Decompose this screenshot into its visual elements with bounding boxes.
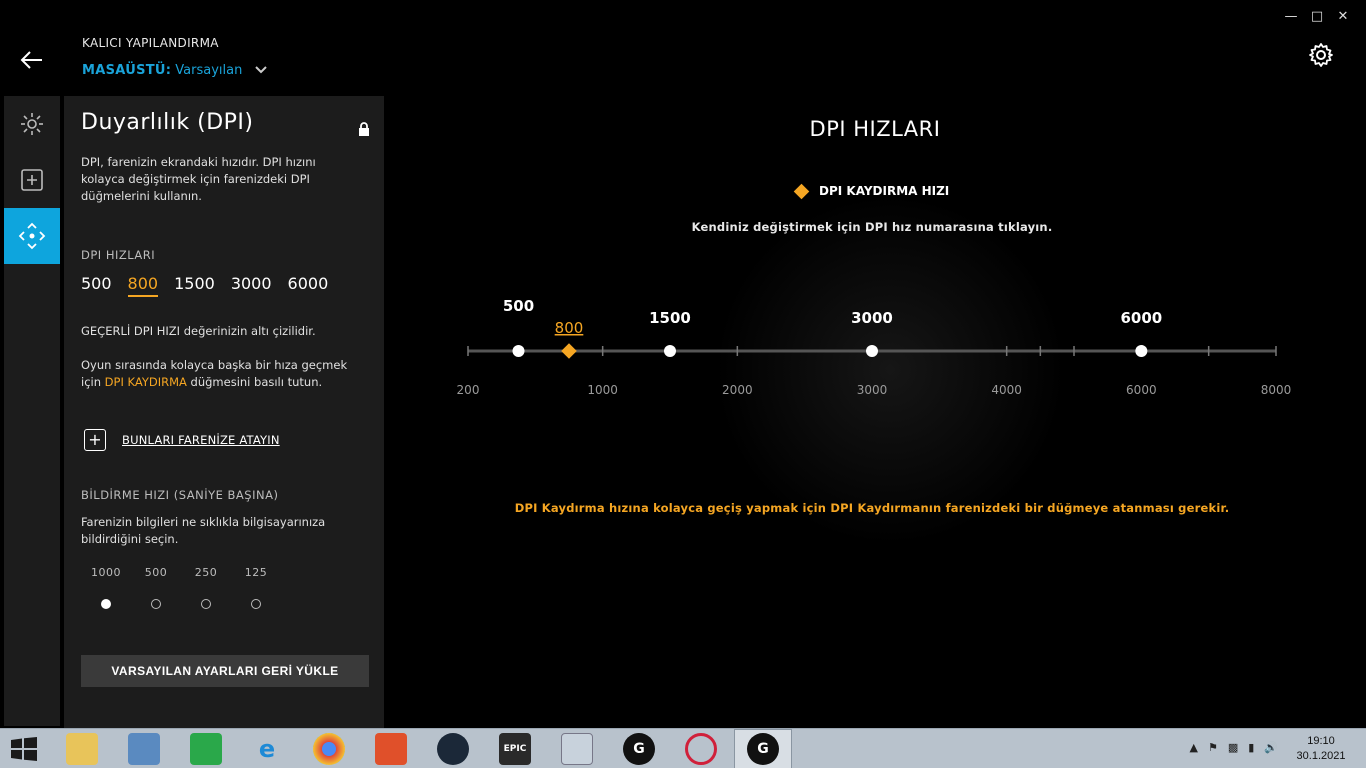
rail-item-lighting[interactable] [4,96,60,152]
clock-time: 19:10 [1307,735,1335,747]
battery-icon[interactable]: ▮ [1248,741,1254,754]
dpi-value[interactable]: 1500 [174,274,215,297]
back-arrow-icon[interactable] [18,46,46,74]
axis-label: 8000 [1261,383,1292,397]
window-controls: — □ ✕ [1278,6,1356,26]
store-icon[interactable] [190,733,222,765]
rail-item-assignments[interactable] [4,152,60,208]
dpi-shift-point[interactable] [561,343,577,359]
rate-label: 500 [144,566,168,579]
opera-icon[interactable] [685,733,717,765]
dpi-slider[interactable]: 200 1000 2000 3000 4000 6000 8000 500 1500 3000 60… [440,285,1320,405]
dpi-stage-label[interactable]: 6000 [1120,309,1162,327]
chrome-icon[interactable] [313,733,345,765]
axis-label: 200 [457,383,480,397]
report-rate-description: Farenizin bilgileri ne sıklıkla bilgisay… [81,515,326,546]
current-dpi-note: GEÇERLİ DPI HIZI değerinizin altı çizili… [81,324,316,338]
epic-games-icon[interactable]: EPIC [499,733,531,765]
dpi-value[interactable]: 6000 [288,274,329,297]
close-icon[interactable]: ✕ [1330,6,1356,26]
dpi-shift-note: Oyun sırasında kolayca başka bir hıza ge… [81,357,366,391]
report-rate-option[interactable]: 1000 [81,566,131,609]
dpi-stage-point[interactable] [664,345,676,357]
config-title: KALICI YAPILANDIRMA [82,36,219,50]
maximize-icon[interactable]: □ [1304,6,1330,26]
axis-label: 2000 [722,383,753,397]
logitech-g-hub-icon[interactable]: G [623,733,655,765]
profile-dropdown[interactable]: MASAÜSTÜ: Varsayılan [82,62,270,78]
rate-label: 1000 [91,566,121,579]
axis-label: 3000 [857,383,888,397]
dpi-shift-warning: DPI Kaydırma hızına kolayca geçiş yapmak… [514,501,1230,515]
dpi-move-icon [18,222,46,250]
rate-label: 250 [194,566,218,579]
logitech-g-hub-active-icon[interactable]: G [747,733,779,765]
dpi-value[interactable]: 3000 [231,274,272,297]
assign-label: BUNLARI FARENİZE ATAYIN [122,433,280,447]
panel-title: Duyarlılık (DPI) [81,110,254,135]
radio[interactable] [201,599,211,609]
minimize-icon[interactable]: — [1278,6,1304,26]
office-icon[interactable] [375,733,407,765]
dpi-shift-legend: DPI KAYDIRMA HIZI [793,183,950,199]
radio[interactable] [151,599,161,609]
legend-label: DPI KAYDIRMA HIZI [819,184,950,198]
lock-icon [359,122,369,136]
shift-note-key: DPI KAYDIRMA [104,375,187,389]
sensitivity-panel: Duyarlılık (DPI) DPI, farenizin ekrandak… [64,96,384,728]
system-tray: ▲ ⚑ ▩ ▮ 🔊 [1189,741,1278,754]
side-rail [4,96,60,726]
windows-start-icon[interactable] [10,737,38,761]
report-rate-option[interactable]: 500 [131,566,181,609]
dpi-value-current[interactable]: 800 [127,274,159,297]
edit-hint: Kendiniz değiştirmek için DPI hız numara… [691,220,1053,234]
profile-name: Varsayılan [175,62,243,78]
volume-icon[interactable]: 🔊 [1264,741,1278,754]
plus-icon: + [84,429,106,451]
profile-prefix: MASAÜSTÜ: [82,62,172,78]
control-panel-icon[interactable] [128,733,160,765]
chevron-down-icon [255,66,268,74]
dpi-stage-label[interactable]: 1500 [649,309,691,327]
internet-explorer-icon[interactable]: e [251,733,283,765]
gear-icon[interactable] [1308,42,1334,68]
taskbar: e EPIC G G ▲ ⚑ ▩ ▮ 🔊 19:10 30.1.2021 [0,728,1366,768]
tray-expand-icon[interactable]: ▲ [1189,741,1197,754]
dpi-stage-label[interactable]: 3000 [851,309,893,327]
report-rate-options: 1000 500 250 125 [81,566,301,616]
dpi-stage-point[interactable] [512,345,525,357]
dpi-shift-label[interactable]: 800 [555,319,584,337]
plus-square-icon [21,169,43,191]
dpi-stage-point[interactable] [1135,345,1148,357]
dpi-stage-point[interactable] [866,345,878,357]
dpi-heading: DPI HIZLARI [81,248,156,262]
axis-label: 4000 [991,383,1022,397]
flag-icon[interactable]: ⚑ [1208,741,1218,754]
report-rate-option[interactable]: 250 [181,566,231,609]
task-manager-icon[interactable] [561,733,593,765]
report-rate-option[interactable]: 125 [231,566,281,609]
rate-label: 125 [244,566,268,579]
radio[interactable] [251,599,261,609]
rail-item-sensitivity[interactable] [4,208,60,264]
diamond-icon [793,183,810,199]
assign-to-mouse-button[interactable]: + BUNLARI FARENİZE ATAYIN [84,429,280,451]
lighting-icon [21,113,43,135]
network-icon[interactable]: ▩ [1228,741,1238,754]
report-rate-heading: BİLDİRME HIZI (SANİYE BAŞINA) [81,488,279,502]
dpi-stage-label[interactable]: 500 [503,297,534,315]
dpi-value[interactable]: 500 [81,274,112,297]
dpi-value-list: 500 800 1500 3000 6000 [81,274,328,297]
steam-icon[interactable] [437,733,469,765]
file-explorer-icon[interactable] [66,733,98,765]
clock-date: 30.1.2021 [1296,750,1346,762]
clock[interactable]: 19:10 30.1.2021 [1290,734,1352,764]
restore-defaults-button[interactable]: VARSAYILAN AYARLARI GERİ YÜKLE [81,655,369,687]
panel-description: DPI, farenizin ekrandaki hızıdır. DPI hı… [81,155,316,203]
main-title: DPI HIZLARI [809,117,941,141]
radio-selected[interactable] [101,599,111,609]
axis-label: 1000 [587,383,618,397]
axis-label: 6000 [1126,383,1157,397]
shift-note-text-end: düğmesini basılı tutun. [190,375,323,389]
